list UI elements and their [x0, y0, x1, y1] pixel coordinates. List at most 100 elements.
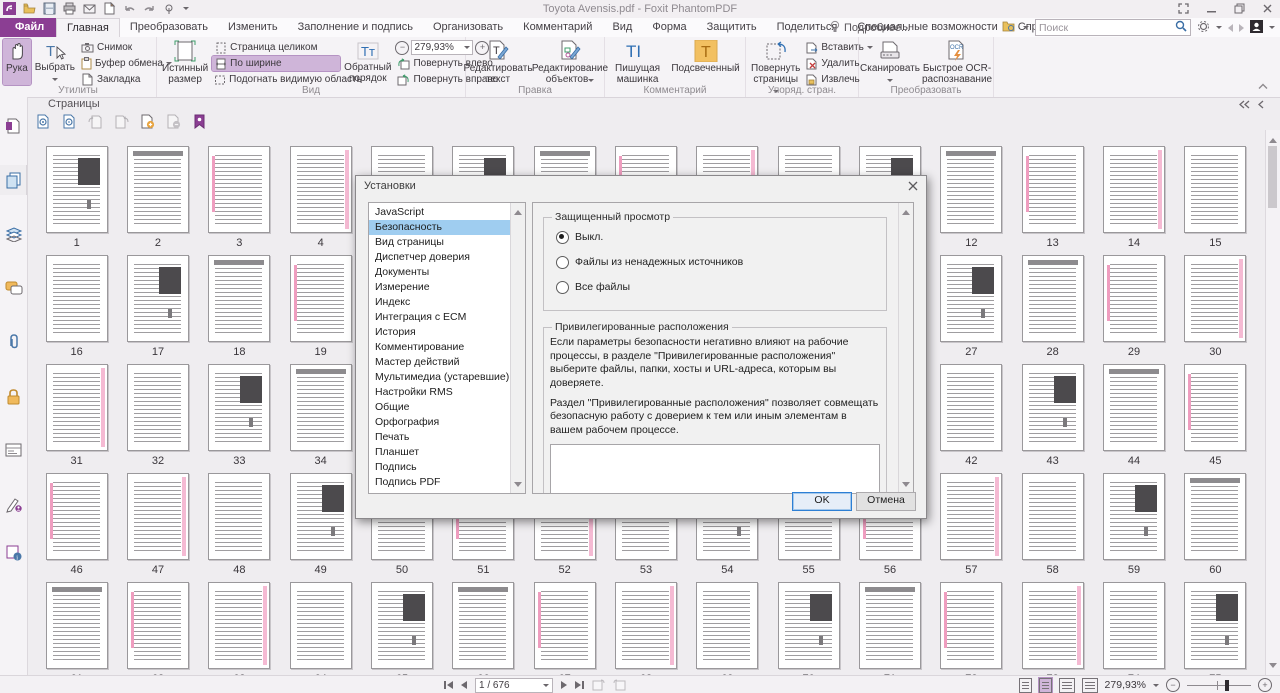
dialog-close-icon[interactable] [906, 179, 920, 193]
pages-panel-icon[interactable] [0, 165, 27, 195]
scroll-up-icon[interactable] [1269, 138, 1277, 143]
page-thumbnail[interactable] [696, 582, 758, 669]
page-thumbnail[interactable] [940, 473, 1002, 560]
tab-организовать[interactable]: Организовать [423, 18, 513, 37]
close-icon[interactable] [1261, 2, 1274, 15]
page-thumbnail[interactable] [1022, 473, 1084, 560]
category-орфография[interactable]: Орфография [369, 415, 511, 430]
scrollbar-thumb[interactable] [1268, 146, 1277, 208]
cancel-button[interactable]: Отмена [856, 492, 916, 511]
page-thumbnail[interactable] [127, 255, 189, 342]
zoom-in-thumbnails-icon[interactable] [36, 114, 51, 129]
redo-icon[interactable] [143, 2, 156, 15]
settings-pane-scrollbar[interactable] [898, 203, 913, 493]
minimize-icon[interactable] [1205, 2, 1218, 15]
document-info-panel-icon[interactable]: i [0, 537, 27, 567]
open-file-icon[interactable] [23, 2, 36, 15]
page-thumbnail[interactable] [46, 255, 108, 342]
last-page-icon[interactable] [575, 681, 584, 689]
next-page-icon[interactable] [561, 681, 567, 689]
history-forward-icon[interactable] [1239, 24, 1244, 32]
privileged-locations-list[interactable] [550, 444, 880, 494]
tab-главная[interactable]: Главная [56, 18, 120, 37]
scan-button[interactable]: Сканировать [862, 39, 918, 85]
layers-panel-icon[interactable] [0, 219, 27, 249]
page-thumbnail[interactable] [940, 255, 1002, 342]
page-thumbnail[interactable] [371, 582, 433, 669]
page-thumbnail[interactable] [46, 364, 108, 451]
page-thumbnail[interactable] [208, 473, 270, 560]
page-thumbnail[interactable] [940, 146, 1002, 233]
page-thumbnail[interactable] [290, 364, 352, 451]
page-thumbnail[interactable] [208, 146, 270, 233]
category-вид-страницы[interactable]: Вид страницы [369, 235, 511, 250]
page-thumbnail[interactable] [778, 582, 840, 669]
ribbon-collapse-icon[interactable] [1258, 81, 1268, 93]
category-планшет[interactable]: Планшет [369, 445, 511, 460]
signatures-panel-icon[interactable] [0, 489, 27, 519]
protected-view-option-0[interactable]: Выкл. [556, 229, 886, 245]
page-thumbnail[interactable] [859, 582, 921, 669]
email-icon[interactable] [83, 2, 96, 15]
edit-objects-button[interactable]: Редактирование объектов [534, 39, 606, 85]
thumbnails-scrollbar[interactable] [1265, 130, 1280, 675]
page-thumbnail[interactable] [1184, 255, 1246, 342]
fit-page-button[interactable]: Страница целиком [212, 40, 340, 55]
page-thumbnail[interactable] [534, 582, 596, 669]
select-tool-button[interactable]: T Выбрать [33, 39, 77, 85]
category-подпись-pdf[interactable]: Подпись PDF [369, 475, 511, 490]
restore-icon[interactable] [1233, 2, 1246, 15]
category-интеграция-с-ecm[interactable]: Интеграция с ECM [369, 310, 511, 325]
page-thumbnail[interactable] [1184, 473, 1246, 560]
highlight-button[interactable]: T Подсвеченный [669, 39, 742, 85]
protected-view-option-2[interactable]: Все файлы [556, 279, 886, 295]
first-page-icon[interactable] [444, 681, 453, 689]
qat-customize-caret-icon[interactable] [183, 7, 189, 10]
category-индекс[interactable]: Индекс [369, 295, 511, 310]
facing-view-icon[interactable] [1059, 678, 1075, 693]
insert-page-button[interactable]: Вставить [804, 40, 856, 55]
zoom-slider-handle[interactable] [1225, 680, 1229, 691]
page-thumbnail[interactable] [290, 473, 352, 560]
page-thumbnail[interactable] [127, 364, 189, 451]
tab-вид[interactable]: Вид [602, 18, 642, 37]
fullscreen-icon[interactable] [1177, 2, 1190, 15]
page-thumbnail[interactable] [1103, 582, 1165, 669]
page-thumbnail[interactable] [1103, 473, 1165, 560]
fields-panel-icon[interactable] [0, 435, 27, 465]
thumbnail-bookmark-icon[interactable] [192, 114, 207, 129]
page-thumbnail[interactable] [940, 364, 1002, 451]
category-мастер-действий[interactable]: Мастер действий [369, 355, 511, 370]
search-icon[interactable] [1175, 20, 1187, 35]
category-настройки-rms[interactable]: Настройки RMS [369, 385, 511, 400]
ok-button[interactable]: OK [792, 492, 852, 511]
page-thumbnail[interactable] [1022, 364, 1084, 451]
search-folder-caret-icon[interactable] [1023, 26, 1029, 29]
page-thumbnail[interactable] [46, 473, 108, 560]
reverse-order-button[interactable]: Tт Обратный порядок [342, 39, 393, 85]
page-number-box[interactable]: 1 / 676 [475, 678, 553, 693]
category-диспетчер-доверия[interactable]: Диспетчер доверия [369, 250, 511, 265]
statusbar-zoom-caret-icon[interactable] [1153, 684, 1159, 687]
account-caret-icon[interactable] [1269, 26, 1275, 29]
category-общие[interactable]: Общие [369, 400, 511, 415]
gear-caret-icon[interactable] [1216, 26, 1222, 29]
collapse-all-panels-icon[interactable] [1239, 100, 1250, 112]
scroll-down-icon[interactable] [1269, 663, 1277, 668]
category-подпись[interactable]: Подпись [369, 460, 511, 475]
zoom-slider[interactable] [1187, 677, 1251, 693]
search-input[interactable]: Поиск [1035, 19, 1191, 36]
pane-scroll-down-icon[interactable] [902, 482, 910, 487]
category-scroll-down-icon[interactable] [514, 482, 522, 487]
rotate-pages-button[interactable]: Повернуть страницы [749, 39, 802, 85]
category-измерение[interactable]: Измерение [369, 280, 511, 295]
zoom-out-thumbnails-icon[interactable] [62, 114, 77, 129]
touch-mode-icon[interactable] [163, 2, 176, 15]
page-thumbnail[interactable] [1184, 582, 1246, 669]
bookmarks-panel-icon[interactable] [0, 111, 27, 141]
page-thumbnail[interactable] [1184, 364, 1246, 451]
next-view-icon[interactable] [613, 679, 626, 691]
page-thumbnail[interactable] [1022, 582, 1084, 669]
category-scroll-up-icon[interactable] [514, 210, 522, 215]
page-thumbnail[interactable] [1022, 146, 1084, 233]
